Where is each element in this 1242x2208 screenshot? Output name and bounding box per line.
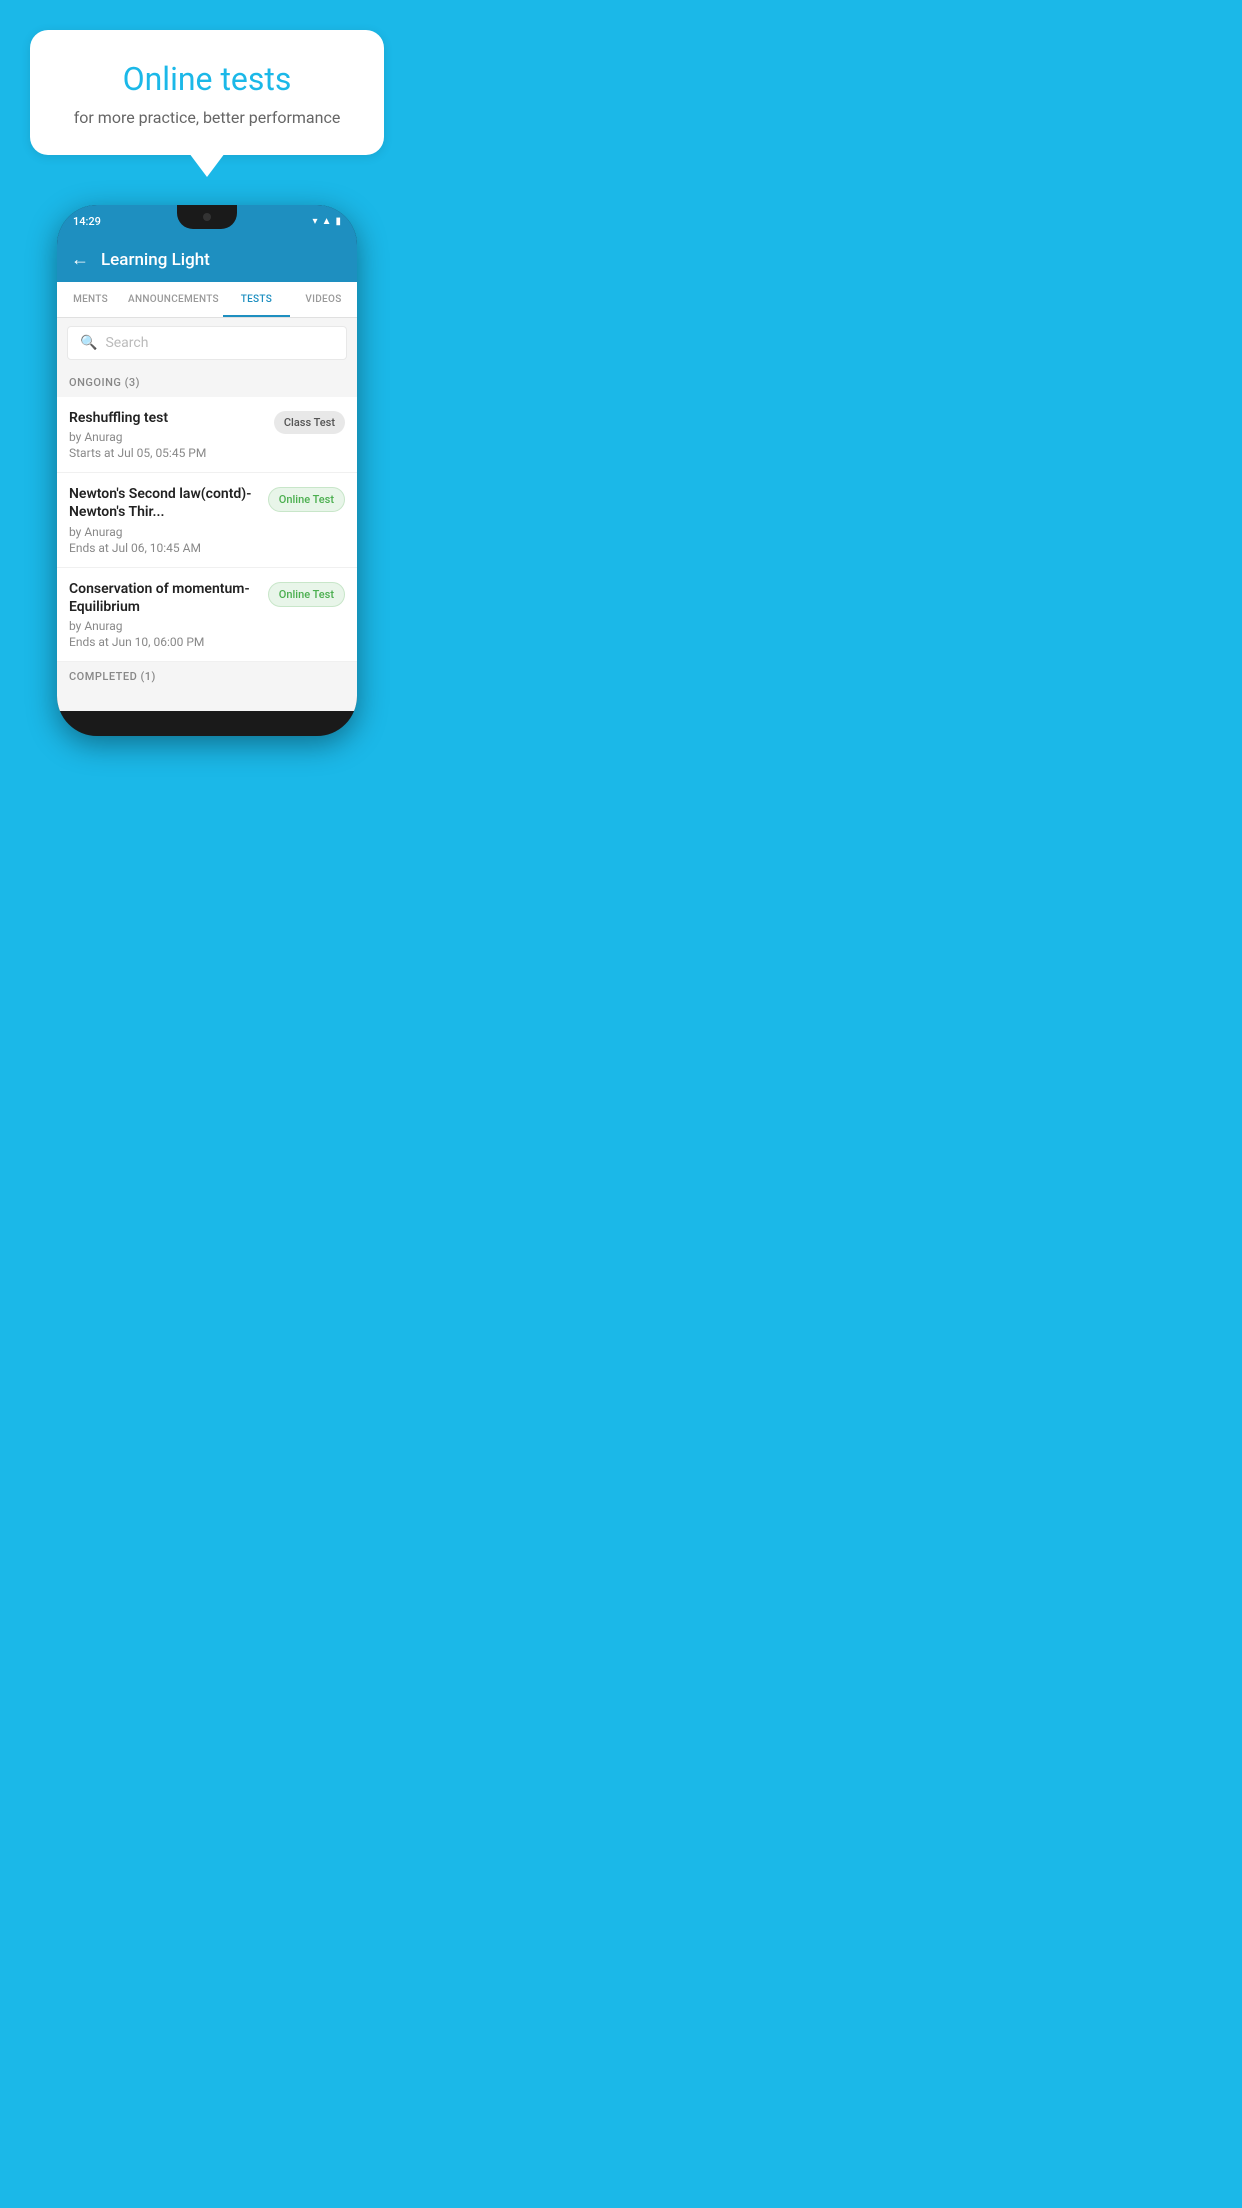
test-item-1[interactable]: Reshuffling test by Anurag Starts at Jul… <box>57 397 357 473</box>
bubble-title: Online tests <box>54 60 360 98</box>
tab-announcements[interactable]: ANNOUNCEMENTS <box>124 282 223 317</box>
tab-videos[interactable]: VIDEOS <box>290 282 357 317</box>
test-badge-3: Online Test <box>268 582 345 607</box>
speech-bubble: Online tests for more practice, better p… <box>30 30 384 155</box>
status-bar: 14:29 ▾ ▲ ▮ <box>57 205 357 237</box>
tab-tests[interactable]: TESTS <box>223 282 290 317</box>
ongoing-section-header: ONGOING (3) <box>57 368 357 397</box>
test-name-3: Conservation of momentum-Equilibrium <box>69 580 260 616</box>
test-by-3: by Anurag <box>69 619 260 633</box>
phone-notch <box>177 205 237 229</box>
test-badge-1: Class Test <box>274 411 345 434</box>
signal-icon: ▲ <box>322 216 332 227</box>
app-title: Learning Light <box>101 250 210 270</box>
search-container: 🔍 Search <box>57 318 357 368</box>
tabs-bar: MENTS ANNOUNCEMENTS TESTS VIDEOS <box>57 282 357 318</box>
test-by-2: by Anurag <box>69 525 260 539</box>
search-box[interactable]: 🔍 Search <box>67 326 347 360</box>
test-name-2: Newton's Second law(contd)-Newton's Thir… <box>69 485 260 521</box>
phone-mockup: 14:29 ▾ ▲ ▮ ← Learning Light MENTS ANNOU… <box>57 205 357 736</box>
camera-dot <box>203 213 211 221</box>
wifi-icon: ▾ <box>313 216 318 227</box>
test-time-3: Ends at Jun 10, 06:00 PM <box>69 635 260 649</box>
test-time-2: Ends at Jul 06, 10:45 AM <box>69 541 260 555</box>
bubble-subtitle: for more practice, better performance <box>54 108 360 127</box>
search-icon: 🔍 <box>80 335 97 351</box>
test-info-1: Reshuffling test by Anurag Starts at Jul… <box>69 409 266 460</box>
test-item-2[interactable]: Newton's Second law(contd)-Newton's Thir… <box>57 473 357 567</box>
test-item-3[interactable]: Conservation of momentum-Equilibrium by … <box>57 568 357 662</box>
back-button[interactable]: ← <box>71 249 89 270</box>
status-icons: ▾ ▲ ▮ <box>313 216 341 227</box>
test-by-1: by Anurag <box>69 430 266 444</box>
speech-bubble-container: Online tests for more practice, better p… <box>0 0 414 205</box>
tab-ments[interactable]: MENTS <box>57 282 124 317</box>
test-time-1: Starts at Jul 05, 05:45 PM <box>69 446 266 460</box>
app-bar: ← Learning Light <box>57 237 357 282</box>
test-badge-2: Online Test <box>268 487 345 512</box>
search-placeholder: Search <box>105 335 148 351</box>
status-time: 14:29 <box>73 215 101 228</box>
phone-wrapper: 14:29 ▾ ▲ ▮ ← Learning Light MENTS ANNOU… <box>0 205 414 736</box>
completed-section-header: COMPLETED (1) <box>57 662 357 691</box>
test-info-2: Newton's Second law(contd)-Newton's Thir… <box>69 485 260 554</box>
test-info-3: Conservation of momentum-Equilibrium by … <box>69 580 260 649</box>
test-name-1: Reshuffling test <box>69 409 266 427</box>
phone-bottom <box>57 691 357 711</box>
battery-icon: ▮ <box>335 216 341 227</box>
